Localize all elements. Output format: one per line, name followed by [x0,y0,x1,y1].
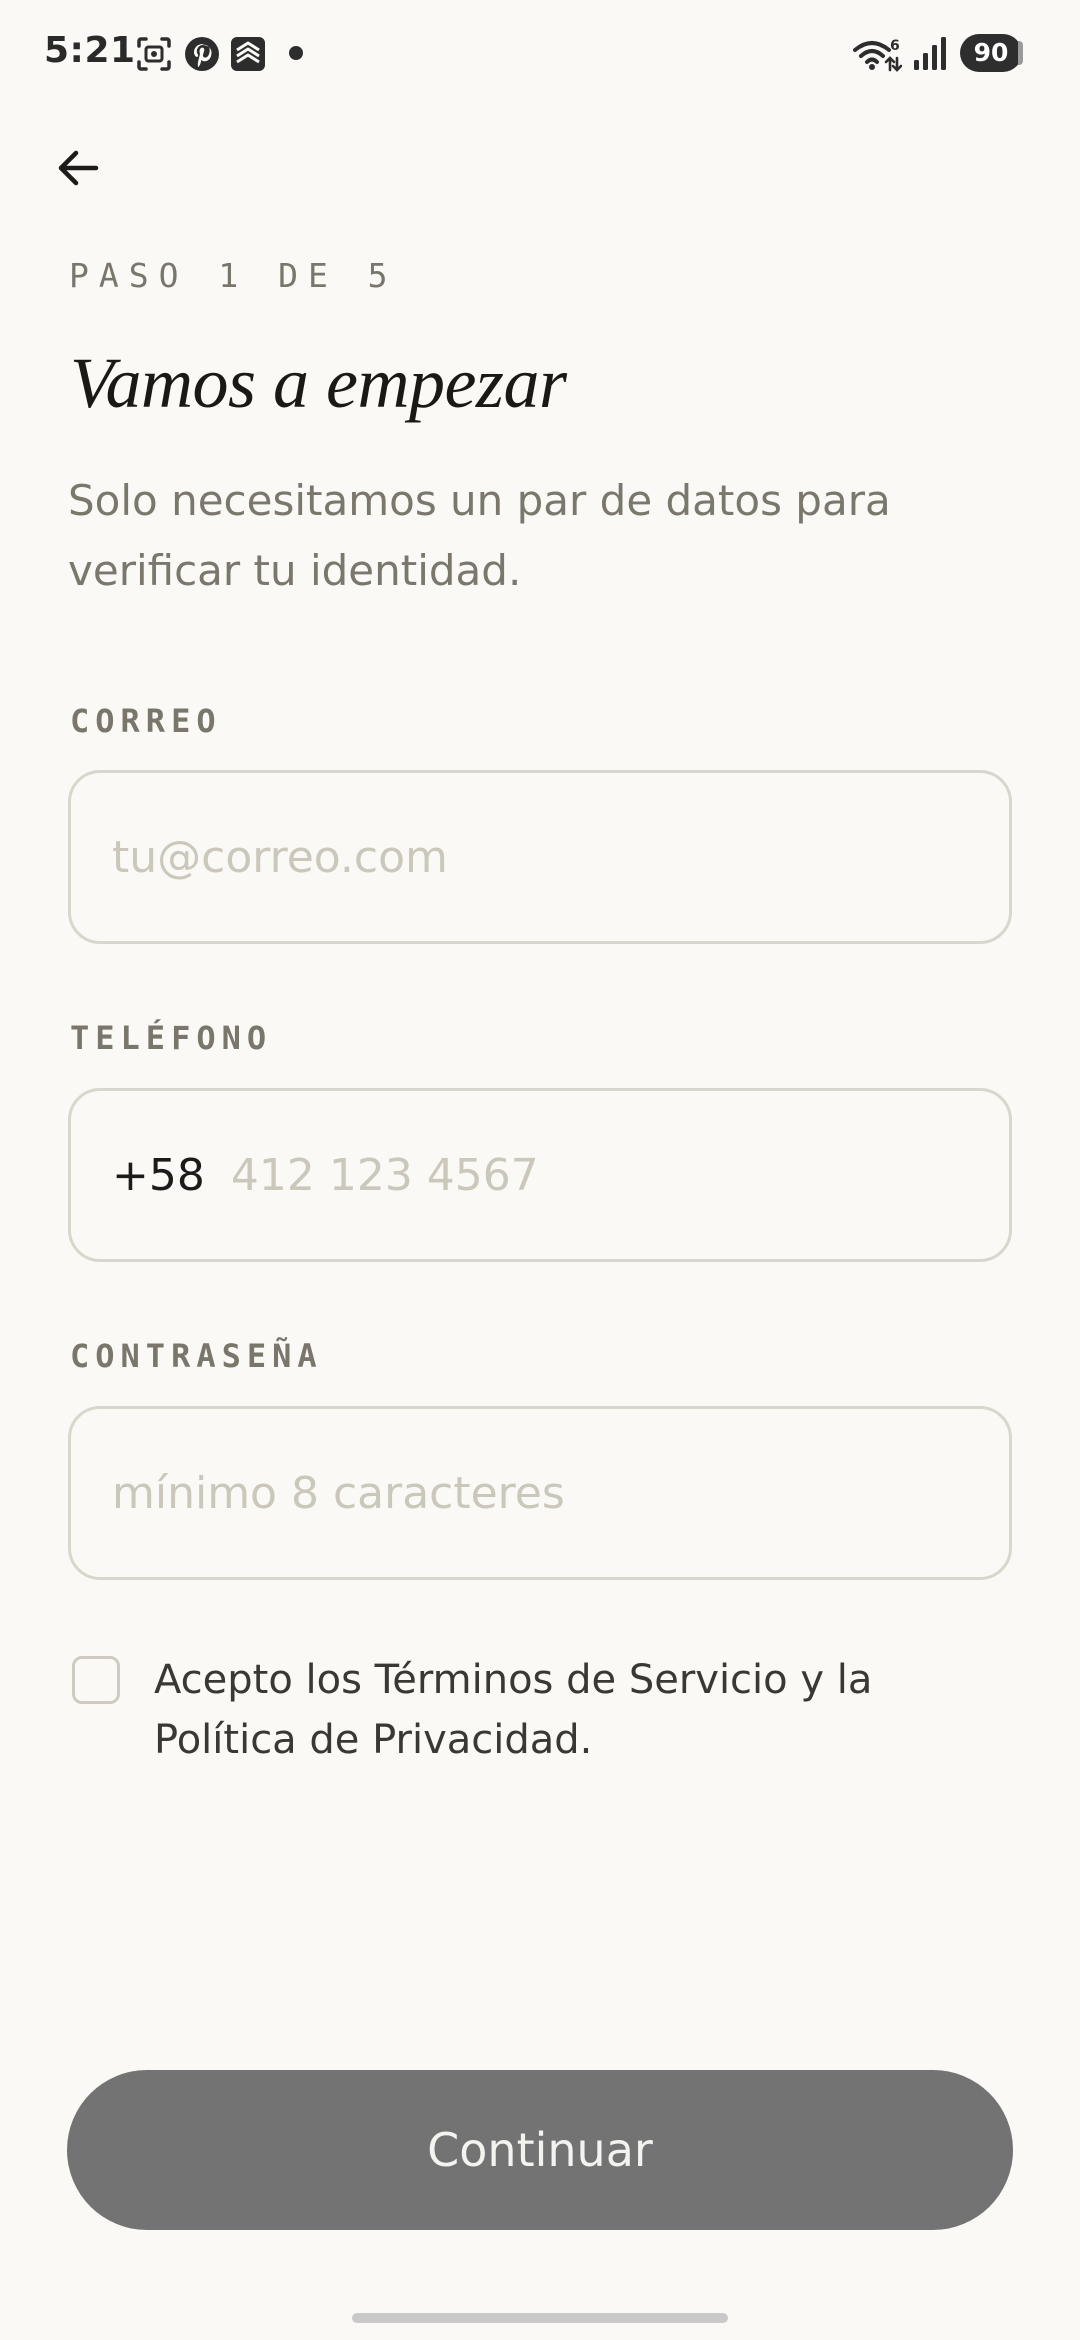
pinterest-icon [182,34,222,74]
wifi-badge: 6 [890,38,900,54]
arrow-left-icon [58,150,99,186]
notification-dot [289,46,303,60]
battery-icon: 90 [960,34,1022,72]
password-field-box[interactable] [68,1406,1012,1580]
screenshot-icon [134,34,174,74]
phone-label: TELÉFONO [70,1019,273,1057]
terms-text[interactable]: Acepto los Términos de Servicio y la Pol… [154,1650,954,1770]
password-label: CONTRASEÑA [70,1337,323,1375]
terms-row: Acepto los Términos de Servicio y la Pol… [72,1650,1012,1770]
step-indicator: PASO 1 DE 5 [69,256,398,295]
home-indicator[interactable] [352,2313,728,2323]
continue-button[interactable]: Continuar [67,2070,1013,2230]
back-button[interactable] [38,128,118,208]
phone-field-box[interactable]: +58 [68,1088,1012,1262]
wifi-icon: 6 [852,34,902,74]
signal-icon [908,34,948,74]
phone-field[interactable] [230,1149,1009,1201]
status-time: 5:21 [44,30,136,71]
terms-checkbox[interactable] [72,1656,120,1704]
status-bar: 5:21 6 90 [0,0,1080,108]
phone-country-code: +58 [112,1149,205,1201]
email-field-box[interactable] [68,770,1012,944]
page-subtitle: Solo necesitamos un par de datos para ve… [68,476,891,595]
stack-app-icon [228,34,268,74]
email-label: CORREO [70,702,222,740]
page-title: Vamos a empezar [70,343,567,423]
battery-cap [1018,41,1023,65]
password-field[interactable] [112,1467,1009,1519]
email-field[interactable] [112,831,1009,883]
